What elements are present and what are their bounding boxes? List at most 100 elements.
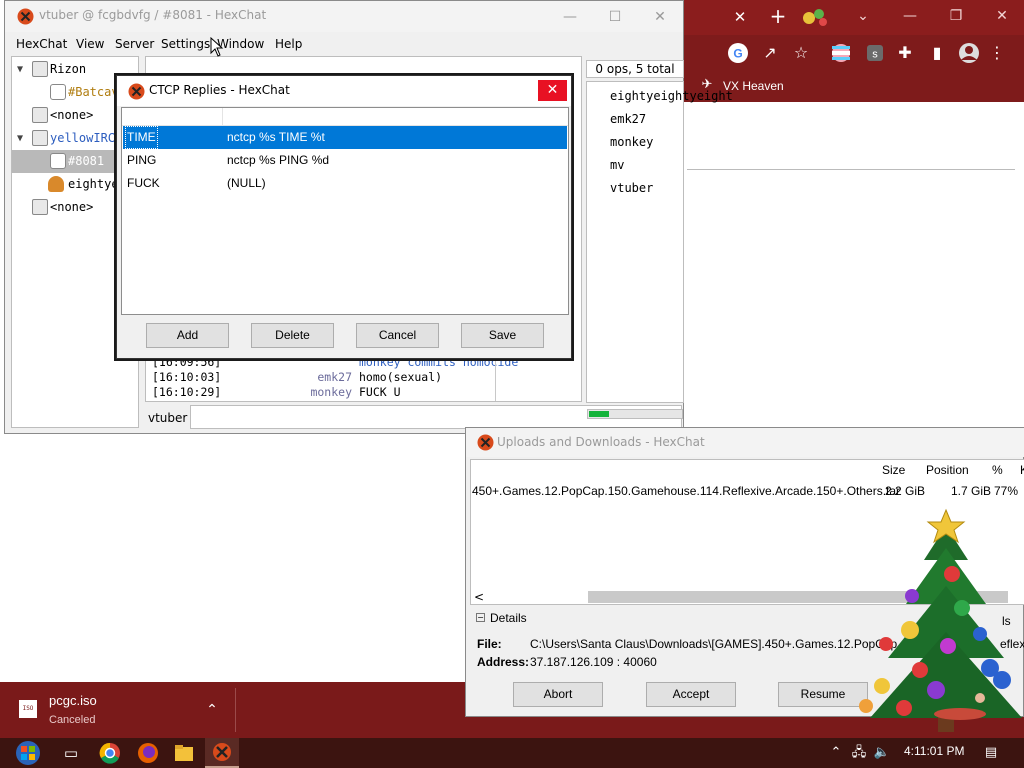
- tree-item-label: yellowIRC: [50, 131, 116, 145]
- user-list-item[interactable]: mv: [610, 154, 624, 177]
- extension-s-icon[interactable]: s: [864, 42, 886, 64]
- chat-timestamp: [16:10:03]: [152, 370, 222, 384]
- new-tab-button[interactable]: +: [767, 5, 789, 27]
- ctcp-close-button[interactable]: ✕: [538, 80, 567, 101]
- lag-meter: [587, 409, 683, 419]
- downloads-divider: [235, 688, 236, 732]
- transfer-size-cell[interactable]: 2.2 GiB: [885, 484, 925, 498]
- hexchat-taskbar-icon[interactable]: [212, 742, 232, 762]
- menu-view[interactable]: View: [76, 35, 104, 53]
- add-button[interactable]: Add: [146, 323, 229, 348]
- hexchat-window-title: vtuber @ fcgbdvfg / #8081 - HexChat: [39, 8, 267, 22]
- column-header-position[interactable]: Position: [926, 463, 969, 477]
- user-list-item[interactable]: emk27: [610, 108, 646, 131]
- flag-extension-icon[interactable]: [830, 42, 852, 64]
- ctcp-name-cell[interactable]: PING: [127, 149, 156, 172]
- channel-icon: [50, 153, 66, 169]
- ctcp-row[interactable]: FUCK (NULL): [123, 172, 567, 195]
- hexchat-logo-icon: [17, 8, 34, 25]
- file-label: File:: [477, 637, 502, 651]
- collapse-details-icon[interactable]: −: [476, 613, 485, 622]
- start-button-icon[interactable]: [10, 738, 46, 768]
- bookmark-star-icon[interactable]: ☆: [790, 42, 812, 64]
- download-status: Canceled: [49, 714, 96, 726]
- notifications-icon[interactable]: ▤: [981, 743, 1001, 763]
- chat-timestamp: [16:10:29]: [152, 385, 222, 399]
- browser-restore-button[interactable]: ❐: [941, 4, 971, 28]
- save-button[interactable]: Save: [461, 323, 544, 348]
- hexchat-minimize-button[interactable]: —: [553, 5, 587, 29]
- ctcp-reply-list: TIME nctcp %s TIME %t PING nctcp %s PING…: [121, 107, 569, 315]
- network-icon[interactable]: 🖧: [849, 743, 869, 763]
- input-nick-label[interactable]: vtuber: [148, 411, 187, 425]
- hexchat-title-bar: vtuber @ fcgbdvfg / #8081 - HexChat — ☐ …: [5, 1, 683, 32]
- column-header-size[interactable]: Size: [882, 463, 905, 477]
- volume-icon[interactable]: 🔈: [872, 743, 892, 763]
- chat-nick[interactable]: emk27: [317, 370, 352, 385]
- hexchat-maximize-button[interactable]: ☐: [598, 5, 632, 29]
- chrome-taskbar-icon[interactable]: [98, 741, 122, 765]
- delete-button[interactable]: Delete: [251, 323, 334, 348]
- cancel-button[interactable]: Cancel: [356, 323, 439, 348]
- browser-minimize-button[interactable]: —: [895, 4, 925, 28]
- download-file-name[interactable]: pcgc.iso: [49, 693, 97, 708]
- tray-chevron-up-icon[interactable]: ⌃: [826, 743, 846, 763]
- user-list: eightyeightyeight emk27 monkey mv vtuber: [586, 81, 733, 403]
- browser-menu-icon[interactable]: ⋮: [986, 42, 1008, 64]
- share-icon[interactable]: ↗: [759, 42, 781, 64]
- ctcp-reply-cell[interactable]: (NULL): [227, 172, 266, 195]
- accept-button[interactable]: Accept: [646, 682, 736, 707]
- ctcp-reply-cell[interactable]: nctcp %s TIME %t: [227, 126, 325, 149]
- chevron-up-icon[interactable]: ⌃: [202, 701, 222, 719]
- ctcp-name-cell[interactable]: TIME: [125, 126, 158, 149]
- menu-window[interactable]: Window: [217, 35, 264, 53]
- ctcp-row[interactable]: PING nctcp %s PING %d: [123, 149, 567, 172]
- chat-line: [16:10:29] monkey FUCK U: [152, 385, 401, 400]
- transfer-position-cell[interactable]: 1.7 GiB: [951, 484, 991, 498]
- address-label: Address:: [477, 655, 530, 669]
- channel-icon: [50, 84, 66, 100]
- tree-expand-icon[interactable]: ▼: [17, 58, 29, 81]
- abort-button[interactable]: Abort: [513, 682, 603, 707]
- task-view-icon[interactable]: ▭: [58, 741, 84, 765]
- transfer-percent-cell[interactable]: 77%: [994, 484, 1018, 498]
- menu-server[interactable]: Server: [115, 35, 154, 53]
- menu-help[interactable]: Help: [275, 35, 302, 53]
- user-list-item[interactable]: vtuber: [610, 177, 653, 200]
- chat-nick[interactable]: monkey: [302, 385, 352, 400]
- menu-settings[interactable]: Settings: [161, 35, 210, 53]
- details-toggle-label[interactable]: Details: [490, 611, 527, 625]
- mouse-cursor-icon: [210, 37, 224, 57]
- menu-hexchat[interactable]: HexChat: [16, 35, 67, 53]
- side-panel-icon[interactable]: ▮: [926, 42, 948, 64]
- column-header-percent[interactable]: %: [992, 463, 1003, 477]
- tree-item-label: <none>: [50, 108, 94, 122]
- ctcp-reply-cell[interactable]: nctcp %s PING %d: [227, 149, 329, 172]
- firefox-taskbar-icon[interactable]: [136, 741, 160, 765]
- user-list-item[interactable]: eightyeightyeight: [610, 85, 733, 108]
- taskbar-clock[interactable]: 4:11:01 PM: [904, 744, 964, 758]
- file-explorer-taskbar-icon[interactable]: [172, 741, 196, 765]
- chat-line: [16:10:03] emk27 homo(sexual): [152, 370, 442, 385]
- ctcp-name-cell[interactable]: FUCK: [127, 172, 160, 195]
- google-icon[interactable]: G: [727, 42, 749, 64]
- column-header-k[interactable]: K: [1020, 463, 1024, 477]
- user-list-item[interactable]: monkey: [610, 131, 653, 154]
- ctcp-title-bar: CTCP Replies - HexChat ✕: [117, 76, 571, 106]
- profile-avatar-icon[interactable]: [958, 42, 980, 64]
- ctcp-header-separator[interactable]: [222, 108, 223, 126]
- hexchat-close-button[interactable]: ✕: [643, 5, 677, 29]
- transfer-file-cell[interactable]: 450+.Games.12.PopCap.150.Gamehouse.114.R…: [472, 484, 900, 498]
- browser-window: ✕ + ⌄ — ❐ ✕ G ↗ ☆ s ✚ ▮ ⋮ ✈ VX Heaven: [683, 0, 1024, 435]
- ctcp-list-header: [122, 108, 568, 126]
- tree-item-label: #8081: [68, 154, 105, 168]
- browser-close-button[interactable]: ✕: [987, 4, 1017, 28]
- extensions-puzzle-icon[interactable]: ✚: [894, 42, 916, 64]
- ctcp-row[interactable]: TIME nctcp %s TIME %t: [123, 126, 567, 149]
- scroll-left-icon[interactable]: <: [474, 590, 490, 604]
- page-divider: [687, 169, 1015, 170]
- server-icon: [32, 61, 48, 77]
- browser-chevron-icon[interactable]: ⌄: [848, 4, 878, 28]
- tree-expand-icon[interactable]: ▼: [17, 127, 29, 150]
- tab-close-icon[interactable]: ✕: [731, 8, 749, 26]
